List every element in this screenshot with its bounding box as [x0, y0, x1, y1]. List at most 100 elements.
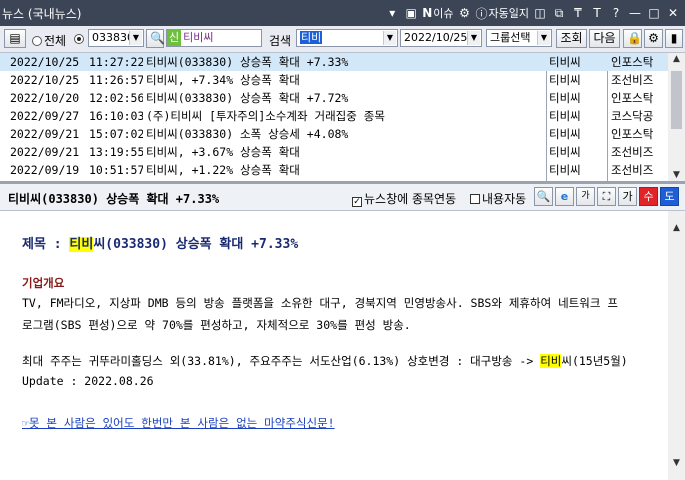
maximize-icon[interactable]: □ [646, 4, 662, 22]
zoom-search-icon[interactable]: 🔍 [534, 187, 553, 206]
date-field[interactable]: 2022/10/25 ▼ [400, 29, 482, 47]
news-time: 10:51:57 [89, 163, 143, 177]
news-time: 12:02:56 [89, 91, 143, 105]
tile-icon[interactable]: ⧉ [551, 4, 567, 22]
news-stock: 티비씨 [549, 91, 581, 105]
news-time: 11:26:57 [89, 73, 143, 87]
news-row[interactable]: 2022/09/21 13:19:55 티비씨, +3.67% 상승폭 확대 티비씨 조… [0, 143, 668, 161]
next-button[interactable]: 다음 [589, 29, 620, 48]
search-input[interactable]: 티비 ▼ [296, 29, 398, 47]
promo-link[interactable]: ☞못 본 사람은 있어도 한번만 본 사람은 없는 마약주식신문! [22, 415, 335, 431]
news-title: 티비씨(033830) 소폭 상승세 +4.08% [146, 127, 349, 141]
panel-icon[interactable]: ▮ [665, 29, 683, 48]
news-source: 조선비즈 [611, 73, 654, 87]
news-stock: 티비씨 [549, 73, 581, 87]
scroll-up-icon[interactable]: ▲ [668, 54, 685, 64]
font-icon[interactable]: T [589, 4, 605, 22]
auto-journal-label: 자동일지 [488, 7, 529, 20]
stock-search-button[interactable]: 🔍 [146, 29, 165, 48]
scroll-up-icon[interactable]: ▲ [668, 223, 685, 233]
news-title: 티비씨(033830) 상승폭 확대 +7.33% [146, 55, 349, 69]
news-title: 티비씨, +3.67% 상승폭 확대 [146, 145, 300, 159]
browser-icon[interactable]: e [555, 187, 574, 206]
fit-window-icon[interactable]: ⛶ [597, 187, 616, 206]
news-source: 인포스탁 [611, 55, 654, 69]
article-scrollbar[interactable]: ▲ ▼ [668, 211, 685, 480]
scroll-down-icon[interactable]: ▼ [668, 458, 685, 468]
monitor-icon[interactable]: ▣ [403, 4, 419, 22]
pin-icon[interactable]: ₸ [570, 4, 586, 22]
checkbox-checked-icon: ✓ [352, 197, 362, 207]
news-stock: 티비씨 [549, 109, 581, 123]
stock-name-field[interactable]: 신 티비씨 [166, 29, 262, 47]
news-time: 16:10:03 [89, 109, 143, 123]
news-title: 티비씨, +1.22% 상승폭 확대 [146, 163, 300, 177]
search-label: 검색 [269, 34, 292, 48]
article-headline: 제목 : 티비씨(033830) 상승폭 확대 +7.33% [22, 237, 299, 252]
viewer-toolbar: 티비씨(033830) 상승폭 확대 +7.33% ✓ 뉴스창에 종목연동 내용자… [0, 184, 685, 211]
news-row[interactable]: 2022/09/19 10:51:57 티비씨, +1.22% 상승폭 확대 티비씨 조… [0, 161, 668, 179]
price-up-button[interactable]: 수 [639, 187, 658, 206]
chevron-down-icon[interactable]: ▼ [467, 31, 480, 45]
news-row[interactable]: 2022/10/20 12:02:56 티비씨(033830) 상승폭 확대 +7.… [0, 89, 668, 107]
lock-icon[interactable]: 🔒 [623, 29, 642, 48]
overview-line: 로그램(SBS 편성)으로 약 70%를 편성하고, 자체적으로 30%를 편성… [22, 318, 411, 332]
auto-journal-icon[interactable]: ⓘ 자동일지 [476, 4, 530, 22]
help-icon[interactable]: ? [608, 4, 624, 22]
news-link-checkbox[interactable]: ✓ 뉴스창에 종목연동 [352, 190, 456, 207]
auto-news-icon[interactable]: ⚙ [457, 4, 473, 22]
news-stock: 티비씨 [549, 55, 581, 69]
news-row[interactable]: 2022/10/25 11:27:22 티비씨(033830) 상승폭 확대 +7.… [0, 53, 668, 71]
chevron-down-icon[interactable]: ▼ [129, 31, 142, 45]
news-row[interactable]: 2022/10/25 11:26:57 티비씨, +7.34% 상승폭 확대 티비씨 조… [0, 71, 668, 89]
news-stock: 티비씨 [549, 163, 581, 177]
group-select[interactable]: 그룹선택 ▼ [486, 29, 552, 47]
news-list: 2022/10/25 11:27:22 티비씨(033830) 상승폭 확대 +7.… [0, 53, 668, 181]
scroll-down-icon[interactable]: ▼ [668, 170, 685, 180]
news-row[interactable]: 2022/09/27 16:10:03 (주)티비씨 [투자주의]소수계좌 거래집중… [0, 107, 668, 125]
panel-toggle-button[interactable]: ▤ [4, 29, 26, 48]
scope-radio-all[interactable]: 전체 [32, 32, 66, 49]
update-line: Update : 2022.08.26 [22, 374, 154, 388]
window-title: 뉴스 (국내뉴스) [2, 7, 82, 21]
titlebar-icons: ▾ ▣ N 이슈 ⚙ ⓘ 자동일지 ◫ ⧉ ₸ T ? — □ ✕ [384, 3, 681, 23]
news-source: 인포스탁 [611, 127, 654, 141]
news-title: 티비씨, +7.34% 상승폭 확대 [146, 73, 300, 87]
news-date: 2022/09/19 [10, 163, 80, 177]
scroll-thumb[interactable] [671, 71, 682, 129]
news-date: 2022/09/27 [10, 109, 80, 123]
news-date: 2022/10/25 [10, 73, 80, 87]
news-stock: 티비씨 [549, 127, 581, 141]
radio-icon [32, 36, 42, 46]
news-date: 2022/10/20 [10, 91, 80, 105]
news-source: 조선비즈 [611, 145, 654, 159]
overview-line: TV, FM라디오, 지상파 DMB 등의 방송 플랫폼을 소유한 대구, 경북… [22, 296, 618, 310]
news-source: 코스닥공 [611, 109, 654, 123]
news-source: 조선비즈 [611, 163, 654, 177]
news-issue-icon[interactable]: N 이슈 [422, 4, 453, 22]
minimize-icon[interactable]: — [627, 4, 643, 22]
shareholder-line: 최대 주주는 귀뚜라미홀딩스 외(33.81%), 주요주주는 서도산업(6.1… [22, 354, 628, 368]
price-down-button[interactable]: 도 [660, 187, 679, 206]
news-time: 11:27:22 [89, 55, 143, 69]
font-small-icon[interactable]: 가 [576, 187, 595, 206]
font-large-button[interactable]: 가 [618, 187, 637, 206]
query-button[interactable]: 조회 [556, 29, 587, 48]
news-issue-label: 이슈 [433, 7, 454, 20]
stock-code-combo[interactable]: 033830 ▼ [88, 29, 144, 47]
chevron-down-icon[interactable]: ▼ [383, 31, 396, 45]
news-row[interactable]: 2022/09/21 15:07:02 티비씨(033830) 소폭 상승세 +4.… [0, 125, 668, 143]
list-scrollbar[interactable]: ▲ ▼ [668, 53, 685, 181]
news-time: 13:19:55 [89, 145, 143, 159]
news-date: 2022/09/21 [10, 127, 80, 141]
restore-icon[interactable]: ◫ [532, 4, 548, 22]
content-auto-checkbox[interactable]: 내용자동 [470, 190, 526, 207]
chevron-down-icon[interactable]: ▼ [537, 31, 550, 45]
scope-radio-stock[interactable] [74, 32, 86, 46]
news-title: 티비씨(033830) 상승폭 확대 +7.72% [146, 91, 349, 105]
window-titlebar: 뉴스 (국내뉴스) ▾ ▣ N 이슈 ⚙ ⓘ 자동일지 ◫ ⧉ ₸ T ? — □ … [0, 0, 685, 26]
settings-gear-icon[interactable]: ⚙ [644, 29, 663, 48]
news-date: 2022/10/25 [10, 55, 80, 69]
close-icon[interactable]: ✕ [665, 4, 681, 22]
menu-icon[interactable]: ▾ [384, 4, 400, 22]
